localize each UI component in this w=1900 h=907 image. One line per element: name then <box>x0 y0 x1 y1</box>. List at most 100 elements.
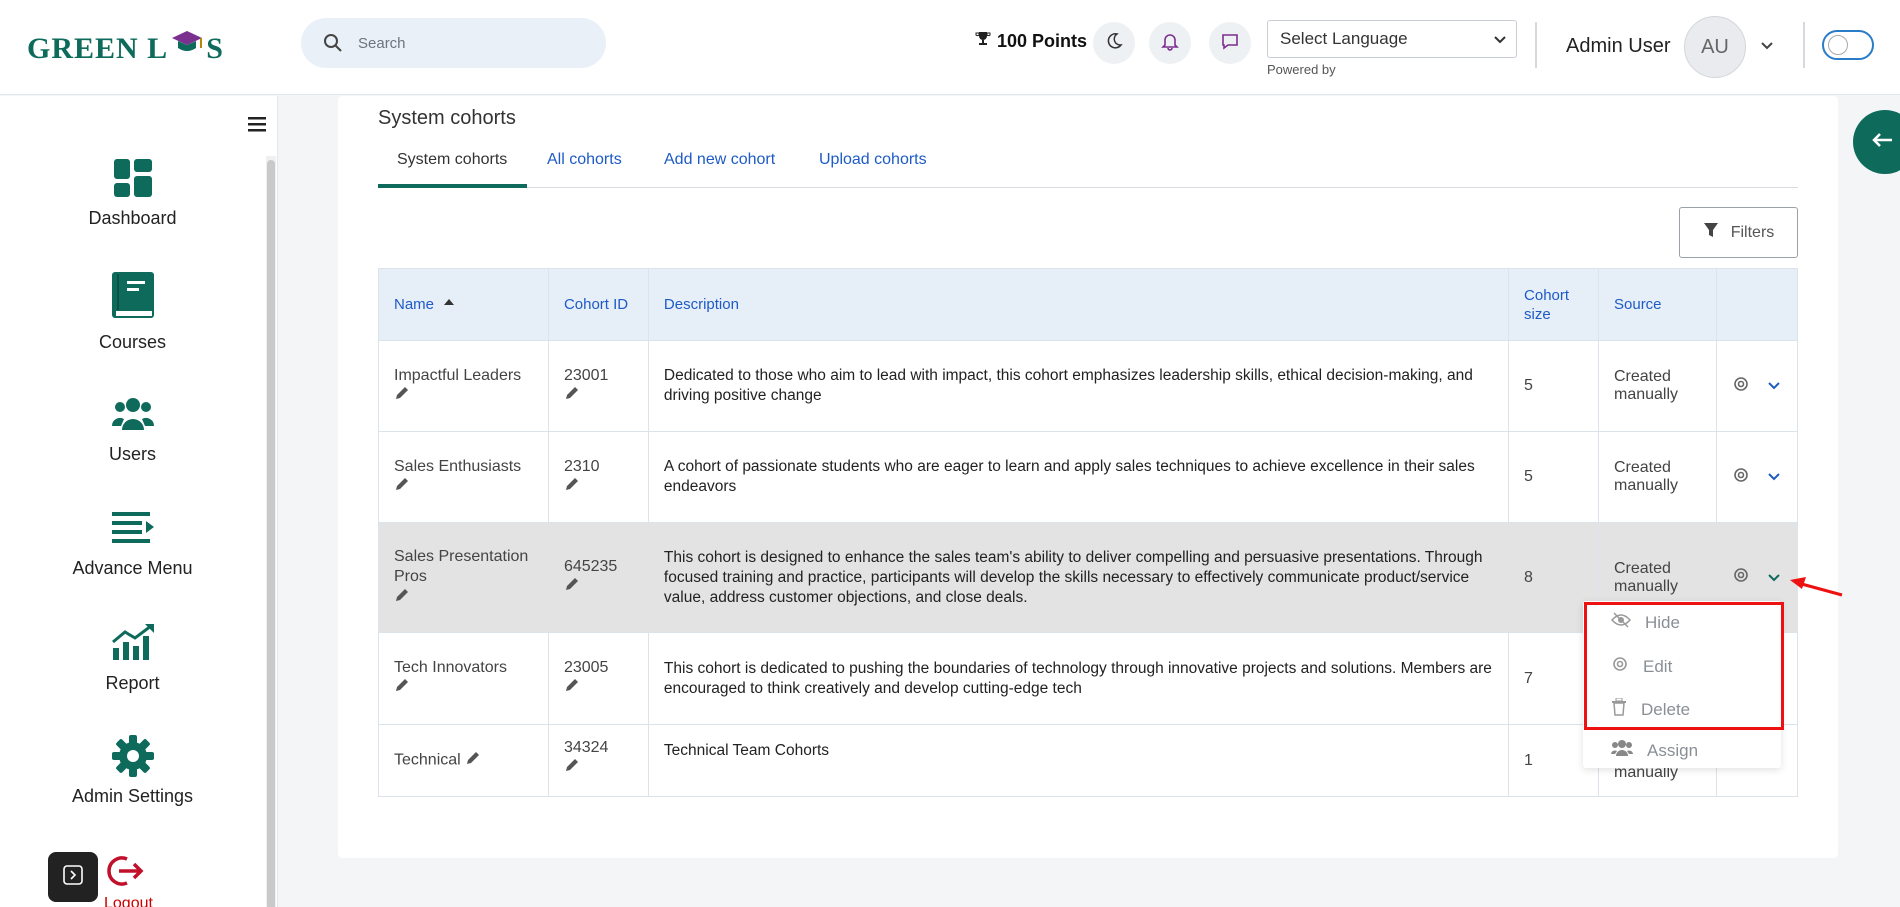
settings-gear-icon[interactable] <box>1732 375 1750 398</box>
settings-gear-icon[interactable] <box>1732 566 1750 589</box>
sidebar-item-label: Report <box>105 673 160 693</box>
filter-icon <box>1703 222 1719 243</box>
chevron-down-icon[interactable] <box>1768 569 1780 587</box>
cohort-description: Technical Team Cohorts <box>647 724 1510 797</box>
tab-add-new-cohort[interactable]: Add new cohort <box>664 148 775 188</box>
users-icon <box>1611 739 1633 762</box>
points-badge: 100 Points <box>975 31 1087 52</box>
cohort-source: Created manually <box>1598 431 1717 523</box>
cohort-name: Technical <box>394 751 461 769</box>
language-select-value: Select Language <box>1280 29 1408 48</box>
sidebar-item-dashboard[interactable]: Dashboard <box>40 156 225 229</box>
cohort-id: 34324 <box>563 739 609 756</box>
logo[interactable]: GREEN L S <box>27 28 224 66</box>
chevron-down-icon[interactable] <box>1768 377 1780 395</box>
cohort-size: 5 <box>1508 431 1599 523</box>
menu-item-assign[interactable]: Assign <box>1611 739 1698 762</box>
dashboard-icon <box>40 156 225 200</box>
user-menu-chevron-icon[interactable] <box>1760 38 1774 56</box>
sidebar: Dashboard Courses Users Advance Menu Rep… <box>0 96 278 907</box>
menu-item-label: Assign <box>1647 740 1699 760</box>
divider <box>1535 22 1537 68</box>
divider <box>1803 22 1805 68</box>
sidebar-scrollbar[interactable] <box>266 156 276 907</box>
bell-icon <box>1160 31 1180 56</box>
sidebar-item-label: Dashboard <box>88 208 177 228</box>
sort-asc-icon[interactable] <box>438 296 456 313</box>
edit-id-pencil-icon[interactable] <box>564 576 580 597</box>
search-bar[interactable]: Search <box>301 18 606 68</box>
chevron-down-icon <box>1494 29 1506 49</box>
scrollbar-thumb[interactable] <box>267 160 275 907</box>
language-select[interactable]: Select Language <box>1267 20 1517 58</box>
column-header-actions <box>1715 268 1799 341</box>
search-input[interactable]: Search <box>358 35 406 52</box>
tab-upload-cohorts[interactable]: Upload cohorts <box>819 148 927 188</box>
sidebar-item-users[interactable]: Users <box>40 392 225 465</box>
column-header-source[interactable]: Source <box>1598 268 1717 341</box>
tab-all-cohorts[interactable]: All cohorts <box>547 148 622 188</box>
column-header-description[interactable]: Description <box>647 268 1510 341</box>
edit-name-pencil-icon[interactable] <box>394 385 410 406</box>
notifications-button[interactable] <box>1149 22 1191 64</box>
users-icon <box>40 392 225 436</box>
column-header-cohort-size[interactable]: Cohort size <box>1508 268 1599 341</box>
arrow-left-icon <box>1871 132 1893 153</box>
edit-id-pencil-icon[interactable] <box>564 677 580 698</box>
sidebar-item-admin-settings[interactable]: Admin Settings <box>40 734 225 807</box>
logout-label[interactable]: Logout <box>104 895 153 907</box>
sidebar-item-courses[interactable]: Courses <box>40 268 225 353</box>
sidebar-item-label: Advance Menu <box>72 558 193 578</box>
sidebar-item-label: Users <box>108 444 156 464</box>
top-header: GREEN L S Search 100 Points Select Langu… <box>0 0 1900 95</box>
edit-name-pencil-icon[interactable] <box>394 476 410 497</box>
edit-id-pencil-icon[interactable] <box>564 476 580 497</box>
sidebar-item-report[interactable]: Report <box>40 621 225 694</box>
floating-back-button[interactable] <box>1853 110 1900 174</box>
settings-gear-icon[interactable] <box>1732 466 1750 489</box>
graduation-cap-icon <box>170 28 204 66</box>
edit-id-pencil-icon[interactable] <box>564 757 580 778</box>
cohort-id: 23005 <box>563 659 609 676</box>
edit-name-pencil-icon[interactable] <box>465 750 481 771</box>
column-header-name[interactable]: Name <box>378 268 549 341</box>
cohort-id: 645235 <box>563 558 618 575</box>
toggle-knob <box>1828 35 1848 55</box>
menu-lines-icon <box>40 506 225 550</box>
chevron-down-icon[interactable] <box>1768 468 1780 486</box>
sidebar-item-advance-menu[interactable]: Advance Menu <box>40 506 225 579</box>
cohort-description: Dedicated to those who aim to lead with … <box>647 340 1510 432</box>
dark-mode-button[interactable] <box>1093 22 1135 64</box>
sidebar-item-label: Admin Settings <box>71 786 194 806</box>
user-name[interactable]: Admin User <box>1566 35 1670 58</box>
red-annotation-arrow-icon <box>1790 575 1844 604</box>
avatar-initials: AU <box>1701 35 1729 58</box>
messages-button[interactable] <box>1209 22 1251 64</box>
moon-icon <box>1104 31 1124 56</box>
filters-button[interactable]: Filters <box>1679 207 1798 258</box>
cohort-size: 5 <box>1508 340 1599 432</box>
powered-by-label: Powered by <box>1267 62 1336 77</box>
logo-text-right: S <box>206 32 224 65</box>
table-header-row: Name Cohort ID Description Cohort size S… <box>378 268 1799 341</box>
column-header-cohort-id[interactable]: Cohort ID <box>547 268 649 341</box>
edit-id-pencil-icon[interactable] <box>564 385 580 406</box>
cohort-source: Created manually <box>1598 340 1717 432</box>
logout-icon[interactable] <box>105 853 145 894</box>
gear-icon <box>40 734 225 778</box>
avatar[interactable]: AU <box>1684 16 1746 78</box>
table-row: Impactful Leaders 23001 Dedicated to tho… <box>378 340 1799 432</box>
cohort-name: Impactful Leaders <box>394 366 522 384</box>
edit-name-pencil-icon[interactable] <box>394 677 410 698</box>
sidebar-collapse-button[interactable] <box>48 852 98 902</box>
expand-panel-icon <box>62 864 84 891</box>
cohort-name: Tech Innovators <box>394 659 507 676</box>
cohort-id: 23001 <box>563 366 609 384</box>
tab-system-cohorts[interactable]: System cohorts <box>378 148 527 188</box>
cohort-description: This cohort is dedicated to pushing the … <box>647 632 1510 725</box>
hamburger-menu-icon[interactable] <box>248 116 266 137</box>
cohort-name: Sales Enthusiasts <box>394 457 522 475</box>
theme-toggle[interactable] <box>1822 30 1874 60</box>
table-row: Sales Enthusiasts 2310 A cohort of passi… <box>378 431 1799 523</box>
edit-name-pencil-icon[interactable] <box>394 587 410 608</box>
